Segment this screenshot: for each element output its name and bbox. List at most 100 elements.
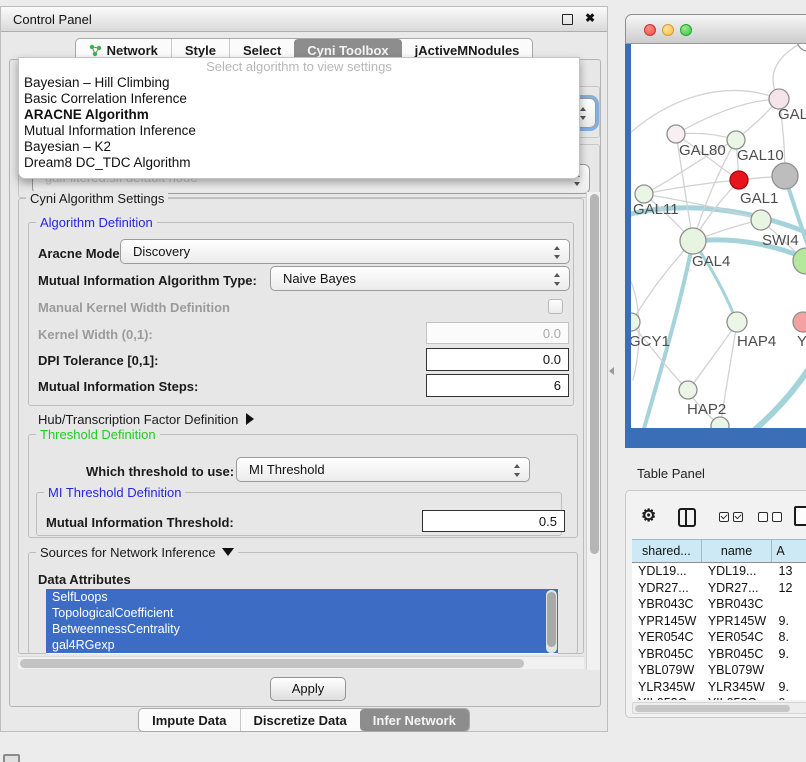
table-cell: YBR045C bbox=[702, 646, 773, 663]
tab-impute-data[interactable]: Impute Data bbox=[139, 709, 239, 731]
table-row[interactable]: YPR145WYPR145W9. bbox=[632, 613, 806, 630]
float-window-icon[interactable] bbox=[562, 14, 573, 25]
bottom-tab-group: Impute Data Discretize Data Infer Network bbox=[138, 708, 470, 732]
table-cell: YDR27... bbox=[702, 580, 773, 597]
network-node-label: GAL11 bbox=[633, 201, 679, 218]
mi-threshold-field[interactable]: 0.5 bbox=[422, 510, 565, 532]
table-row[interactable]: YDR27...YDR27...12 bbox=[632, 580, 806, 597]
algorithm-option[interactable]: Bayesian – Hill Climbing bbox=[19, 75, 579, 91]
tab-label: Cyni Toolbox bbox=[307, 43, 388, 58]
tab-label: Discretize Data bbox=[254, 713, 347, 728]
algorithm-option[interactable]: Mutual Information Inference bbox=[19, 123, 579, 139]
horizontal-scrollbar[interactable] bbox=[18, 656, 584, 669]
table-row[interactable]: YER054CYER054C8. bbox=[632, 629, 806, 646]
tab-infer-network[interactable]: Infer Network bbox=[360, 709, 469, 731]
hub-definition-toggle[interactable]: Hub/Transcription Factor Definition bbox=[38, 412, 254, 427]
network-node-hap4[interactable] bbox=[727, 312, 747, 332]
network-canvas[interactable]: GALGAL80GAL10GAL1GAL11SWI4GAL4GCY1HAP4YH… bbox=[631, 44, 806, 428]
control-panel-title: Control Panel bbox=[13, 12, 92, 27]
unchecked-pair-icon[interactable] bbox=[758, 512, 786, 530]
algorithm-option[interactable]: ARACNE Algorithm bbox=[19, 107, 579, 123]
vertical-scrollbar[interactable] bbox=[586, 192, 601, 670]
network-node-y[interactable] bbox=[793, 312, 806, 332]
network-view-window: GALGAL80GAL10GAL1GAL11SWI4GAL4GCY1HAP4YH… bbox=[625, 14, 806, 448]
table-row[interactable]: YLR345WYLR345W9. bbox=[632, 679, 806, 696]
dpi-tolerance-field[interactable]: 0.0 bbox=[426, 348, 569, 371]
data-attribute-item[interactable]: gal4RGexp bbox=[46, 637, 558, 653]
data-attribute-item[interactable]: TopologicalCoefficient bbox=[46, 605, 558, 621]
tab-label: jActiveMNodules bbox=[415, 43, 520, 58]
minimized-window-icon[interactable] bbox=[3, 754, 20, 762]
network-node[interactable] bbox=[797, 44, 806, 51]
table-cell: YBR045C bbox=[632, 646, 702, 663]
table-row[interactable]: YBR043CYBR043C bbox=[632, 596, 806, 613]
network-node-gal80[interactable] bbox=[667, 125, 685, 143]
table-cell: YIL052C bbox=[702, 695, 773, 700]
splitter-collapse-icon[interactable] bbox=[609, 367, 614, 375]
tab-discretize-data[interactable]: Discretize Data bbox=[240, 709, 360, 731]
screen: Control Panel ✖ NetworkStyleSelectCyni T… bbox=[0, 0, 806, 762]
list-scrollbar-thumb[interactable] bbox=[547, 592, 556, 647]
vertical-scrollbar-thumb[interactable] bbox=[590, 194, 599, 554]
network-node-label: GCY1 bbox=[631, 333, 670, 350]
data-attributes-list[interactable]: SelfLoopsTopologicalCoefficientBetweenne… bbox=[46, 589, 558, 654]
tab-label: Select bbox=[243, 43, 281, 58]
which-threshold-combobox[interactable]: MI Threshold bbox=[236, 457, 530, 482]
network-node-label: GAL1 bbox=[740, 190, 778, 207]
algorithm-option[interactable]: Dream8 DC_TDC Algorithm bbox=[19, 155, 579, 171]
column-header[interactable]: shared... bbox=[632, 540, 702, 562]
data-attribute-item[interactable]: BetweennessCentrality bbox=[46, 621, 558, 637]
network-node-hap2[interactable] bbox=[679, 381, 697, 399]
document-icon[interactable] bbox=[794, 506, 806, 526]
table-panel: ⚙ shared...nameA YDL19...YDL19...13YDR27… bbox=[625, 490, 806, 718]
table-scrollbar-thumb[interactable] bbox=[635, 705, 790, 712]
columns-icon[interactable] bbox=[678, 508, 696, 527]
column-header[interactable]: name bbox=[702, 540, 773, 562]
network-window-titlebar[interactable] bbox=[625, 14, 806, 44]
algorithm-option[interactable]: Bayesian – K2 bbox=[19, 139, 579, 155]
close-traffic-light-icon[interactable] bbox=[644, 24, 656, 36]
dpi-tolerance-label: DPI Tolerance [0,1]: bbox=[38, 353, 158, 368]
table-cell: YBL079W bbox=[702, 662, 773, 679]
which-threshold-label: Which threshold to use: bbox=[86, 464, 234, 479]
sources-title[interactable]: Sources for Network Inference bbox=[36, 545, 238, 560]
gear-icon[interactable]: ⚙ bbox=[641, 506, 656, 526]
network-node[interactable] bbox=[772, 163, 798, 189]
list-scrollbar[interactable] bbox=[546, 590, 557, 653]
table-cell: 12 bbox=[773, 580, 806, 597]
mi-steps-field[interactable]: 6 bbox=[426, 374, 569, 397]
algorithm-definition-title: Algorithm Definition bbox=[36, 215, 157, 230]
algorithm-option[interactable]: Basic Correlation Inference bbox=[19, 91, 579, 107]
mi-threshold-label: Mutual Information Threshold: bbox=[46, 515, 234, 530]
horizontal-scrollbar-thumb[interactable] bbox=[20, 659, 524, 668]
table-cell: YIL052C bbox=[632, 695, 702, 700]
table-cell: 9. bbox=[773, 646, 806, 663]
aracne-mode-combobox[interactable]: Discovery bbox=[120, 239, 570, 264]
table-row[interactable]: YBL079WYBL079W bbox=[632, 662, 806, 679]
table-cell: YDL19... bbox=[702, 563, 773, 580]
close-icon[interactable]: ✖ bbox=[585, 11, 595, 26]
table-row[interactable]: YDL19...YDL19...13 bbox=[632, 563, 806, 580]
network-node[interactable] bbox=[711, 417, 729, 428]
table-cell: YBR043C bbox=[632, 596, 702, 613]
data-attribute-item[interactable]: SelfLoops bbox=[46, 589, 558, 605]
table-horizontal-scrollbar[interactable] bbox=[632, 702, 806, 714]
chevron-updown-icon bbox=[579, 107, 588, 120]
table-toolbar: ⚙ bbox=[626, 505, 806, 531]
zoom-traffic-light-icon[interactable] bbox=[680, 24, 692, 36]
apply-button[interactable]: Apply bbox=[270, 677, 346, 701]
manual-kernel-width-checkbox[interactable] bbox=[548, 299, 563, 314]
network-node-swi4[interactable] bbox=[751, 210, 771, 230]
column-header[interactable]: A bbox=[772, 540, 806, 562]
dpi-tolerance-value: 0.0 bbox=[543, 352, 561, 367]
table-row[interactable]: YIL052CYIL052C9. bbox=[632, 695, 806, 700]
chevron-updown-icon bbox=[553, 246, 562, 259]
network-node-gal4[interactable] bbox=[680, 228, 706, 254]
table-cell: 9. bbox=[773, 695, 806, 700]
minimize-traffic-light-icon[interactable] bbox=[662, 24, 674, 36]
network-node-gal1[interactable] bbox=[730, 171, 748, 189]
table-row[interactable]: YBR045CYBR045C9. bbox=[632, 646, 806, 663]
checked-pair-icon[interactable] bbox=[719, 512, 747, 530]
mi-algorithm-type-combobox[interactable]: Naive Bayes bbox=[270, 266, 570, 291]
network-edge bbox=[676, 99, 779, 134]
